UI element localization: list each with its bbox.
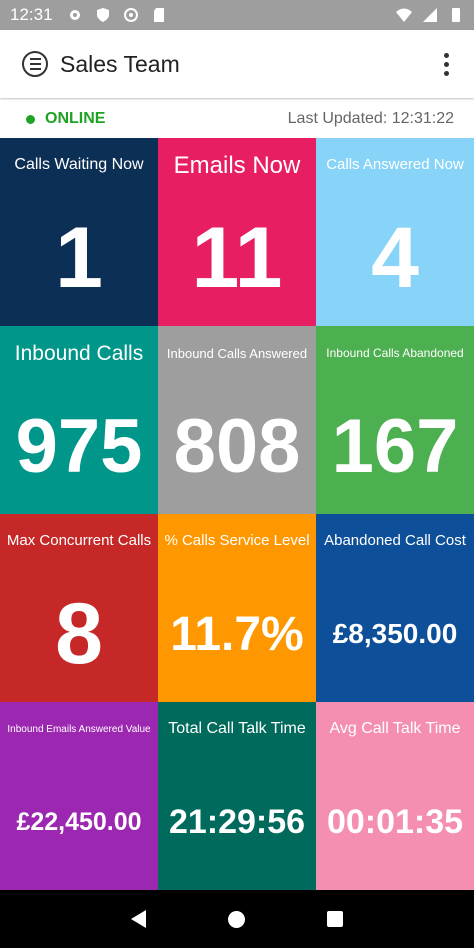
tile-value: 8 — [55, 585, 103, 682]
last-updated: Last Updated: 12:31:22 — [287, 110, 454, 127]
tile-label: Inbound Calls — [14, 342, 144, 365]
back-icon[interactable] — [131, 910, 146, 928]
tile-value: 00:01:35 — [326, 802, 464, 841]
tile-label: Calls Waiting Now — [14, 156, 144, 173]
tile-value: 21:29:56 — [168, 802, 306, 841]
more-vert-icon[interactable] — [436, 52, 456, 76]
gear-icon — [69, 10, 80, 20]
tile-inbound-calls[interactable]: Inbound Calls 975 — [0, 326, 158, 514]
tile-value: 167 — [331, 403, 459, 489]
tile-calls-waiting-now[interactable]: Calls Waiting Now 1 — [0, 138, 158, 326]
tile-label: Calls Answered Now — [326, 156, 464, 173]
home-icon[interactable] — [228, 910, 245, 928]
tile-label: Inbound Calls Abandoned — [326, 346, 464, 360]
tile-calls-service-level[interactable]: % Calls Service Level 11.7% — [158, 514, 316, 702]
tile-total-call-talk-time[interactable]: Total Call Talk Time 21:29:56 — [158, 702, 316, 890]
tile-value: 4 — [371, 209, 419, 306]
status-label: ONLINE — [45, 110, 106, 127]
tile-label: Inbound Emails Answered Value — [7, 724, 151, 735]
tile-label: Total Call Talk Time — [168, 720, 306, 737]
stats-grid: Calls Waiting Now 1 Emails Now 11 Calls … — [0, 138, 474, 890]
at-sign-icon — [123, 8, 138, 22]
tile-inbound-emails-answered-value[interactable]: Inbound Emails Answered Value £22,450.00 — [0, 702, 158, 890]
tile-value: 808 — [173, 403, 301, 489]
tile-label: Emails Now — [173, 152, 301, 179]
tile-abandoned-call-cost[interactable]: Abandoned Call Cost £8,350.00 — [316, 514, 474, 702]
shield-icon — [96, 8, 109, 22]
tile-inbound-calls-answered[interactable]: Inbound Calls Answered 808 — [158, 326, 316, 514]
info-bar: ONLINE Last Updated: 12:31:22 — [0, 100, 474, 138]
tile-label: Avg Call Talk Time — [329, 720, 461, 737]
page-title: Sales Team — [60, 50, 180, 77]
wifi-icon — [396, 8, 412, 22]
tile-calls-answered-now[interactable]: Calls Answered Now 4 — [316, 138, 474, 326]
tile-value: 1 — [55, 209, 103, 306]
tile-label: % Calls Service Level — [164, 532, 310, 549]
tile-value: £8,350.00 — [332, 618, 458, 649]
tile-value: 975 — [15, 403, 143, 489]
app-bar: Sales Team — [0, 30, 474, 98]
online-dot-icon — [26, 114, 35, 124]
sd-card-icon — [153, 8, 164, 22]
navigation-bar — [0, 890, 474, 948]
menu-icon[interactable] — [22, 51, 48, 77]
tile-avg-call-talk-time[interactable]: Avg Call Talk Time 00:01:35 — [316, 702, 474, 890]
tile-label: Max Concurrent Calls — [6, 532, 152, 549]
tile-emails-now[interactable]: Emails Now 11 — [158, 138, 316, 326]
tile-value: 11.7% — [170, 607, 304, 661]
battery-icon — [452, 8, 460, 22]
status-time: 12:31 — [10, 5, 53, 24]
tile-label: Inbound Calls Answered — [166, 346, 308, 361]
tile-value: 11 — [191, 209, 283, 306]
tile-max-concurrent-calls[interactable]: Max Concurrent Calls 8 — [0, 514, 158, 702]
cellular-icon — [423, 8, 437, 22]
tile-value: £22,450.00 — [16, 807, 142, 836]
tile-inbound-calls-abandoned[interactable]: Inbound Calls Abandoned 167 — [316, 326, 474, 514]
recents-icon[interactable] — [327, 911, 343, 927]
tile-label: Abandoned Call Cost — [324, 532, 466, 549]
status-bar: 12:31 — [0, 0, 474, 30]
